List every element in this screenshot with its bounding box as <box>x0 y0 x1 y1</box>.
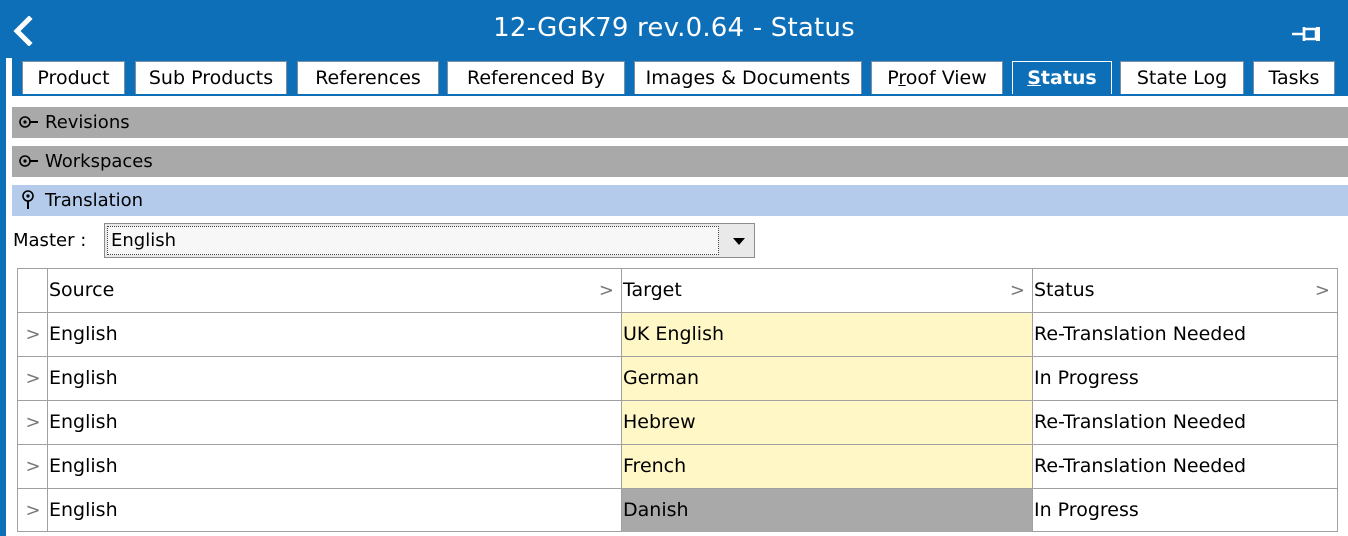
pin-icon[interactable] <box>1290 24 1330 44</box>
source-cell: English <box>48 445 622 488</box>
source-cell: English <box>48 357 622 400</box>
row-expand-icon[interactable]: > <box>18 401 48 444</box>
expand-icon <box>19 155 38 167</box>
target-cell: Hebrew <box>622 401 1033 444</box>
tab-strip: Product Sub Products References Referenc… <box>12 58 1348 96</box>
tab-referenced-by[interactable]: Referenced By <box>447 61 625 94</box>
table-row[interactable]: > English Danish In Progress <box>18 489 1337 533</box>
row-expand-icon[interactable]: > <box>18 357 48 400</box>
tab-images-documents[interactable]: Images & Documents <box>634 61 862 94</box>
grid-header-row: Source > Target > Status > <box>18 269 1337 313</box>
collapse-icon <box>22 190 34 209</box>
tab-sub-products[interactable]: Sub Products <box>135 61 287 94</box>
status-cell: Re-Translation Needed <box>1034 323 1247 345</box>
target-cell: German <box>622 357 1033 400</box>
chevron-right-icon: > <box>598 280 614 301</box>
title-bar: 12-GGK79 rev.0.64 - Status <box>0 0 1348 58</box>
tab-status[interactable]: Status <box>1012 61 1112 94</box>
target-cell: UK English <box>622 313 1033 356</box>
source-cell: English <box>48 401 622 444</box>
column-header-label: Status <box>1034 279 1095 301</box>
column-header-label: Target <box>623 279 682 301</box>
target-cell: French <box>622 445 1033 488</box>
translation-grid: Source > Target > Status > > English UK … <box>17 268 1338 532</box>
chevron-right-icon: > <box>1009 280 1025 301</box>
column-header-target[interactable]: Target > <box>622 269 1033 312</box>
status-cell: In Progress <box>1034 499 1139 521</box>
master-language-select[interactable]: English <box>104 223 755 258</box>
master-language-value: English <box>107 226 719 255</box>
source-cell: English <box>48 489 622 532</box>
source-cell: English <box>48 313 622 356</box>
status-cell: Re-Translation Needed <box>1034 455 1247 477</box>
status-cell: Re-Translation Needed <box>1034 411 1247 433</box>
master-label: Master : <box>13 230 87 251</box>
tab-proof-view[interactable]: Proof View <box>871 61 1003 94</box>
chevron-right-icon: > <box>1314 280 1330 301</box>
row-expand-icon[interactable]: > <box>18 313 48 356</box>
row-header-corner <box>18 269 48 312</box>
tab-product[interactable]: Product <box>22 61 125 94</box>
target-cell: Danish <box>622 489 1033 532</box>
column-header-source[interactable]: Source > <box>48 269 622 312</box>
tab-tasks[interactable]: Tasks <box>1253 61 1335 94</box>
column-header-status[interactable]: Status > <box>1033 269 1337 312</box>
chevron-down-icon[interactable] <box>732 237 746 246</box>
status-cell: In Progress <box>1034 367 1139 389</box>
tab-references[interactable]: References <box>297 61 439 94</box>
section-workspaces[interactable]: Workspaces <box>12 146 1348 177</box>
table-row[interactable]: > English Hebrew Re-Translation Needed <box>18 401 1337 445</box>
table-row[interactable]: > English UK English Re-Translation Need… <box>18 313 1337 357</box>
window-left-border <box>0 0 6 536</box>
table-row[interactable]: > English German In Progress <box>18 357 1337 401</box>
row-expand-icon[interactable]: > <box>18 445 48 488</box>
section-label: Revisions <box>45 112 130 133</box>
section-label: Workspaces <box>45 151 153 172</box>
row-expand-icon[interactable]: > <box>18 489 48 532</box>
expand-icon <box>19 116 38 128</box>
section-label: Translation <box>45 190 144 211</box>
table-row[interactable]: > English French Re-Translation Needed <box>18 445 1337 489</box>
column-header-label: Source <box>49 279 115 301</box>
tab-state-log[interactable]: State Log <box>1120 61 1244 94</box>
section-revisions[interactable]: Revisions <box>12 107 1348 138</box>
window-title: 12-GGK79 rev.0.64 - Status <box>493 13 855 43</box>
section-translation[interactable]: Translation <box>12 185 1348 216</box>
